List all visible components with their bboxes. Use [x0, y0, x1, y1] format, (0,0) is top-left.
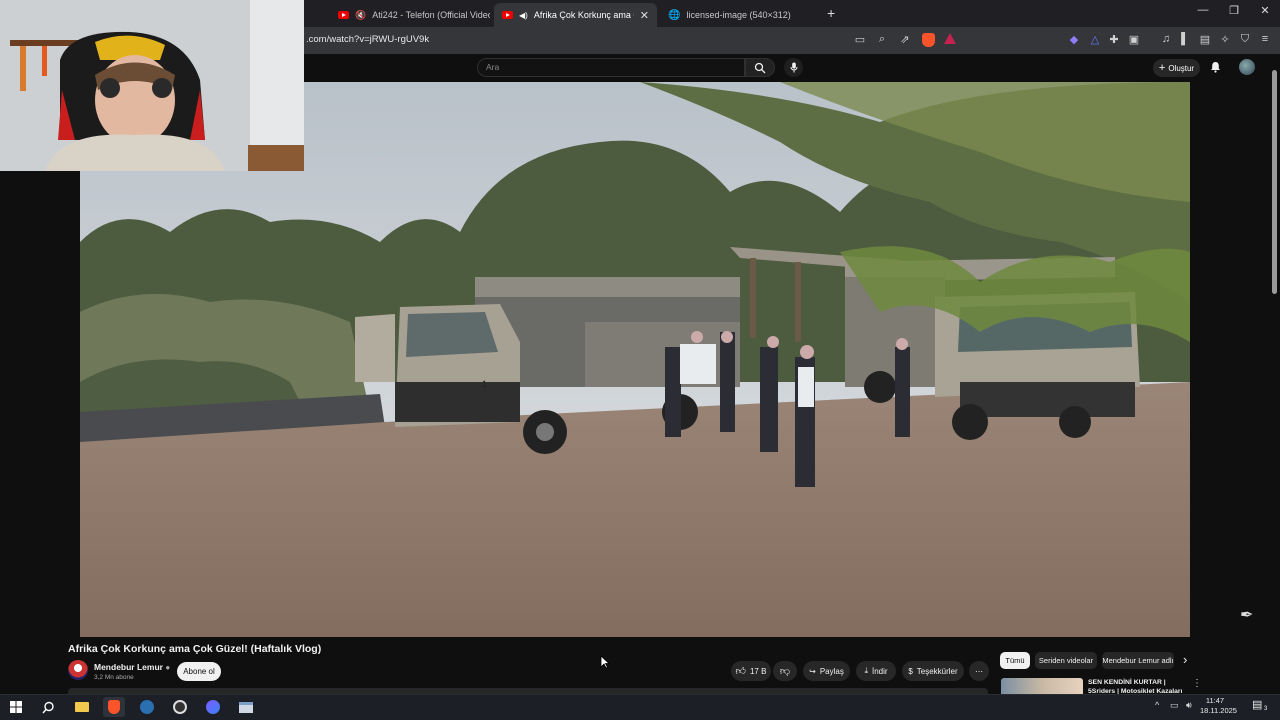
cast-icon[interactable]: ▭ — [852, 33, 868, 46]
webcam-overlay — [0, 0, 304, 171]
youtube-favicon-icon — [502, 11, 513, 19]
create-button[interactable]: + Oluştur — [1153, 59, 1200, 77]
chip-channel[interactable]: Mendebur Lemur adlı — [1102, 652, 1174, 669]
obs-icon[interactable] — [169, 697, 191, 717]
share-button[interactable]: ↪ Paylaş — [803, 661, 850, 681]
muted-icon: 🔇 — [355, 9, 367, 20]
channel-name[interactable]: Mendebur Lemur ● — [94, 662, 170, 672]
taskbar — [0, 694, 1280, 720]
chips-next-icon[interactable]: › — [1183, 652, 1187, 667]
search-icon — [754, 62, 766, 73]
zoom-icon[interactable]: ⌕ — [874, 33, 890, 46]
window-app-icon[interactable] — [235, 697, 257, 717]
recommendation-menu-icon[interactable]: ⋮ — [1192, 678, 1202, 689]
menu-icon[interactable]: ≡ — [1257, 33, 1273, 45]
youtube-favicon-icon — [338, 11, 349, 19]
notification-center-icon[interactable]: ▤ — [1252, 698, 1262, 711]
brave-browser-icon[interactable] — [103, 697, 125, 717]
search-button[interactable] — [745, 58, 775, 77]
vpn-shield-icon[interactable]: ⛉ — [1237, 33, 1253, 46]
super-thanks-icon: $ — [908, 666, 913, 676]
like-count: 17 B — [749, 666, 767, 676]
close-window-button[interactable]: ✕ — [1250, 4, 1280, 17]
voice-search-button[interactable] — [784, 58, 803, 77]
chip-series[interactable]: Seriden videolar — [1035, 652, 1097, 669]
tab-ati242[interactable]: 🔇 Ati242 - Telefon (Official Video) - — [330, 3, 490, 27]
search-input[interactable]: Ara — [477, 58, 745, 77]
tab-afrika[interactable]: ◀) Afrika Çok Korkunç ama Çok ✕ — [494, 3, 657, 27]
leo-ai-icon[interactable]: ✧ — [1217, 33, 1233, 46]
brave-shield-icon[interactable] — [922, 33, 935, 47]
url-field[interactable]: .com/watch?v=jRWU-rgUV9k — [306, 34, 429, 45]
notification-count: 3 — [1264, 706, 1268, 712]
bell-icon — [1211, 62, 1220, 73]
volume-icon[interactable]: 🔊︎ — [1186, 700, 1192, 711]
discord-like-app-icon[interactable] — [202, 697, 224, 717]
notifications-button[interactable] — [1210, 60, 1221, 78]
subscriber-count: 3,2 Mn abone — [94, 674, 134, 681]
steam-icon[interactable] — [136, 697, 158, 717]
file-explorer-icon[interactable] — [71, 697, 93, 717]
create-label: Oluştur — [1168, 63, 1195, 73]
chip-all[interactable]: Tümü — [1000, 652, 1030, 669]
download-icon: ⤓ — [864, 666, 868, 675]
thumbs-up-icon: 👍︎ — [735, 666, 746, 677]
share-label: Paylaş — [819, 666, 844, 676]
brave-rewards-icon[interactable] — [944, 33, 956, 44]
media-icon[interactable]: ♫ — [1158, 33, 1174, 45]
channel-name-text: Mendebur Lemur — [94, 662, 163, 672]
tab-licensed-image[interactable]: 🌐 licensed-image (540×312) — [660, 3, 820, 27]
clock-date: 18.11.2025 — [1200, 706, 1237, 715]
extension-triangle-icon[interactable]: △ — [1087, 33, 1103, 46]
scrollbar-thumb[interactable] — [1272, 70, 1277, 294]
thanks-button[interactable]: $ Teşekkürler — [902, 661, 964, 681]
speaker-icon: ◀) — [519, 10, 528, 20]
clock-time: 11:47 — [1205, 696, 1225, 705]
maximize-button[interactable]: ❐ — [1219, 4, 1249, 17]
channel-avatar[interactable] — [68, 660, 88, 680]
plus-icon: + — [1158, 62, 1166, 74]
globe-icon: 🌐 — [668, 9, 681, 21]
sidebar-icon[interactable]: ▌ — [1177, 33, 1193, 45]
minimize-button[interactable]: — — [1188, 4, 1218, 16]
system-clock[interactable]: 11:47 18.11.2025 — [1200, 696, 1237, 716]
new-tab-button[interactable]: + — [827, 5, 835, 21]
thanks-label: Teşekkürler — [916, 666, 958, 676]
tab-label: Ati242 - Telefon (Official Video) - — [372, 10, 490, 20]
mouse-cursor-icon — [600, 655, 611, 674]
windows-start-icon[interactable] — [5, 697, 27, 717]
tray-chevron-icon[interactable]: ^ — [1155, 700, 1159, 710]
tab-label: Afrika Çok Korkunç ama Çok — [533, 10, 634, 20]
extension-vpn-icon[interactable]: ◆ — [1066, 33, 1082, 46]
verified-icon: ● — [165, 663, 171, 672]
wallet-icon-2[interactable]: ▤ — [1197, 33, 1213, 46]
download-label: İndir — [871, 666, 888, 676]
download-button[interactable]: ⤓ İndir — [856, 661, 896, 681]
wallet-icon[interactable]: ▣ — [1126, 33, 1142, 46]
share-arrow-icon: ↪ — [809, 666, 816, 676]
feather-pen-icon[interactable]: ✒ — [1240, 605, 1253, 625]
subscribe-button[interactable]: Abone ol — [177, 662, 221, 681]
recommendation-title[interactable]: SEN KENDİNİ KURTAR | 5Sriders | Motosikl… — [1088, 678, 1183, 694]
account-avatar[interactable] — [1239, 59, 1255, 75]
microphone-icon — [790, 62, 797, 73]
dislike-button[interactable]: 👎︎ — [773, 661, 797, 681]
truck-number-label: 1 — [482, 379, 487, 389]
video-title: Afrika Çok Korkunç ama Çok Güzel! (Hafta… — [68, 643, 322, 655]
webcam-image — [0, 0, 304, 171]
search-taskbar-icon[interactable] — [37, 697, 59, 717]
thumbs-down-icon: 👎︎ — [779, 666, 791, 677]
like-button[interactable]: 👍︎ 17 B — [731, 661, 771, 681]
tab-label: licensed-image (540×312) — [686, 10, 791, 20]
network-icon[interactable]: ▭ — [1170, 700, 1179, 711]
share-icon[interactable]: ⇗ — [897, 33, 913, 46]
more-actions-button[interactable]: ⋯ — [969, 661, 989, 681]
puzzle-icon[interactable]: ✚ — [1106, 33, 1122, 46]
close-tab-icon[interactable]: ✕ — [640, 9, 649, 22]
